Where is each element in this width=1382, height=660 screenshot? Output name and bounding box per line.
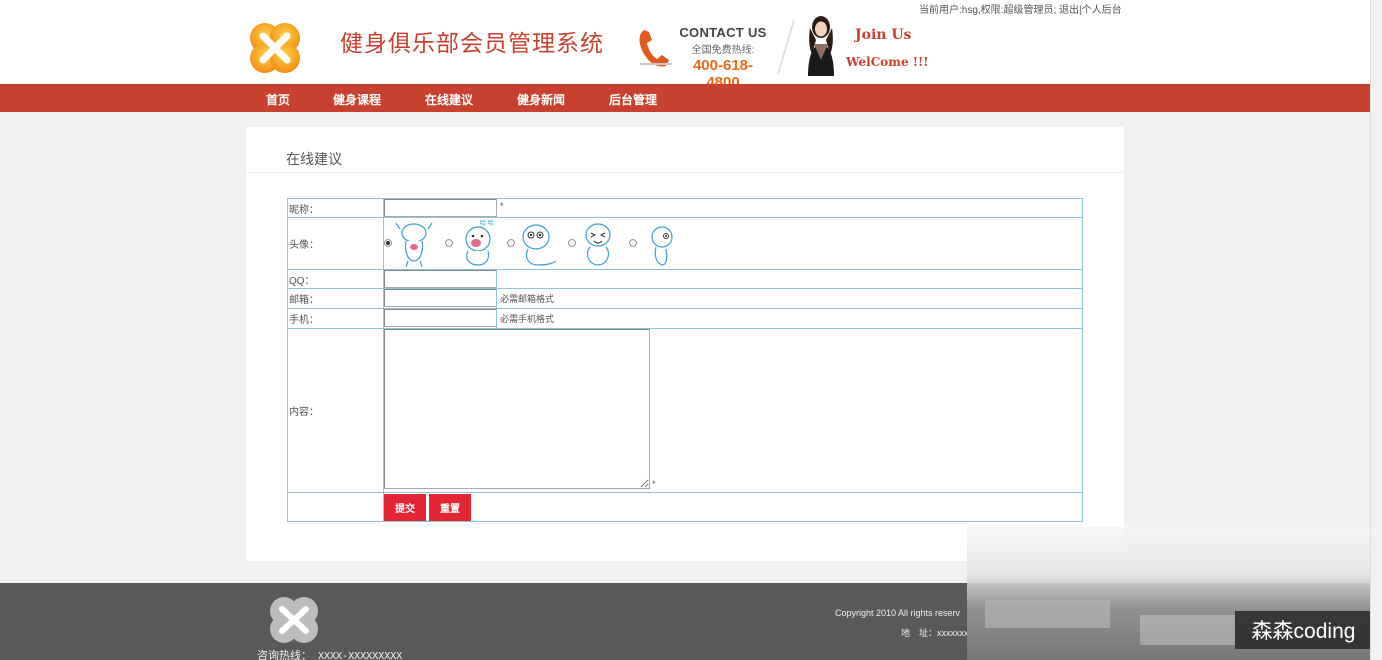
nickname-input[interactable] (384, 199, 497, 217)
content-textarea[interactable] (384, 329, 650, 489)
contact-title: CONTACT US (679, 25, 767, 40)
join-us: Join Us WelCome !!! (846, 22, 929, 76)
nav-item-news[interactable]: 健身新闻 (517, 91, 565, 108)
cell-divider (496, 309, 497, 328)
form-row-qq: QQ： (288, 270, 1082, 289)
blurred-region (985, 600, 1110, 628)
page-title: 在线建议 (286, 151, 342, 167)
form-row-nickname: 昵称： * (288, 199, 1082, 218)
phone-cell: 必需手机格式 (384, 309, 1082, 328)
phone-hint: 必需手机格式 (500, 314, 555, 324)
required-mark: * (500, 201, 504, 211)
avatar-radio-3[interactable] (507, 239, 515, 247)
avatar-radio-2[interactable] (445, 239, 453, 247)
nav-item-home[interactable]: 首页 (266, 91, 290, 108)
qq-label: QQ： (288, 270, 384, 288)
avatar-cartoon-2-icon[interactable]: 哈 哈 (456, 219, 496, 268)
email-label: 邮箱： (288, 289, 384, 308)
avatar-radio-4[interactable] (568, 239, 576, 247)
cell-divider (496, 289, 497, 308)
avatar-label: 头像： (288, 218, 384, 269)
nav-item-courses[interactable]: 健身课程 (333, 91, 381, 108)
form-row-email: 邮箱： 必需邮箱格式 (288, 289, 1082, 309)
actions-cell: 提交 重置 (384, 493, 1082, 522)
contact-block: CONTACT US 全国免费热线: 400-618-4800 (678, 25, 768, 91)
form-row-phone: 手机： 必需手机格式 (288, 309, 1082, 329)
avatar-cartoon-3-icon[interactable] (518, 219, 558, 268)
reset-button[interactable]: 重置 (429, 494, 471, 521)
scrollbar[interactable] (1370, 0, 1382, 660)
email-input[interactable] (384, 289, 497, 307)
email-cell: 必需邮箱格式 (384, 289, 1082, 308)
main-nav: 首页 健身课程 在线建议 健身新闻 后台管理 (0, 84, 1370, 112)
nickname-label: 昵称： (288, 199, 384, 217)
content-cell: * (384, 329, 1082, 492)
footer-copyright: Copyright 2010 All rights reserv (835, 608, 961, 618)
phone-icon (639, 30, 672, 67)
welcome-person-image (808, 16, 834, 76)
footer-logo-icon (270, 597, 318, 643)
phone-label: 手机： (288, 309, 384, 328)
avatar-caption: 哈 哈 (480, 219, 494, 227)
nav-item-suggestions[interactable]: 在线建议 (425, 91, 473, 108)
cell-divider (496, 270, 497, 288)
site-title: 健身俱乐部会员管理系统 (340, 31, 604, 57)
avatar-radio-1[interactable] (384, 239, 392, 247)
nickname-cell: * (384, 199, 1082, 217)
footer-address: 地 址：xxxxxxx (901, 628, 969, 638)
actions-label (288, 493, 384, 522)
hotline-label: 咨询热线： (257, 650, 312, 660)
footer-hotline: 咨询热线： XXXX-XXXXXXXXX (257, 647, 402, 660)
divider (777, 19, 795, 75)
avatar-cartoon-5-icon[interactable] (644, 219, 684, 268)
logo-icon[interactable] (246, 20, 304, 76)
content-label: 内容： (288, 329, 384, 492)
form-row-avatar: 头像： 哈 哈 (288, 218, 1082, 270)
avatar-radio-5[interactable] (629, 239, 637, 247)
watermark: 森森coding (1235, 611, 1372, 649)
user-info[interactable]: 当前用户:hsg,权限:超级管理员; 退出|个人后台 (919, 1, 1122, 16)
qq-cell (384, 270, 1082, 288)
contact-subtitle: 全国免费热线: (691, 45, 755, 56)
nav-item-admin[interactable]: 后台管理 (609, 91, 657, 108)
avatar-cell: 哈 哈 (384, 218, 1082, 269)
title-divider (246, 172, 1124, 173)
qq-input[interactable] (384, 270, 497, 288)
avatar-cartoon-4-icon[interactable] (580, 219, 620, 268)
join-us-title: Join Us (855, 27, 912, 43)
blurred-region (1140, 615, 1235, 645)
form-row-content: 内容： * (288, 329, 1082, 493)
hotline-value: XXXX-XXXXXXXXX (318, 651, 403, 660)
phone-input[interactable] (384, 309, 497, 327)
suggestion-form: 昵称： * 头像： 哈 哈 QQ： 邮箱： 必需邮箱格式 手机： 必需手机格式 … (287, 198, 1083, 522)
avatar-cartoon-1-icon[interactable] (394, 219, 434, 268)
form-row-actions: 提交 重置 (288, 493, 1082, 522)
submit-button[interactable]: 提交 (384, 494, 426, 521)
header: 当前用户:hsg,权限:超级管理员; 退出|个人后台 健身俱乐部会员管理系统 C… (0, 0, 1370, 91)
welcome-text: WelCome !!! (846, 55, 929, 69)
required-mark: * (652, 479, 656, 489)
email-hint: 必需邮箱格式 (500, 294, 555, 304)
